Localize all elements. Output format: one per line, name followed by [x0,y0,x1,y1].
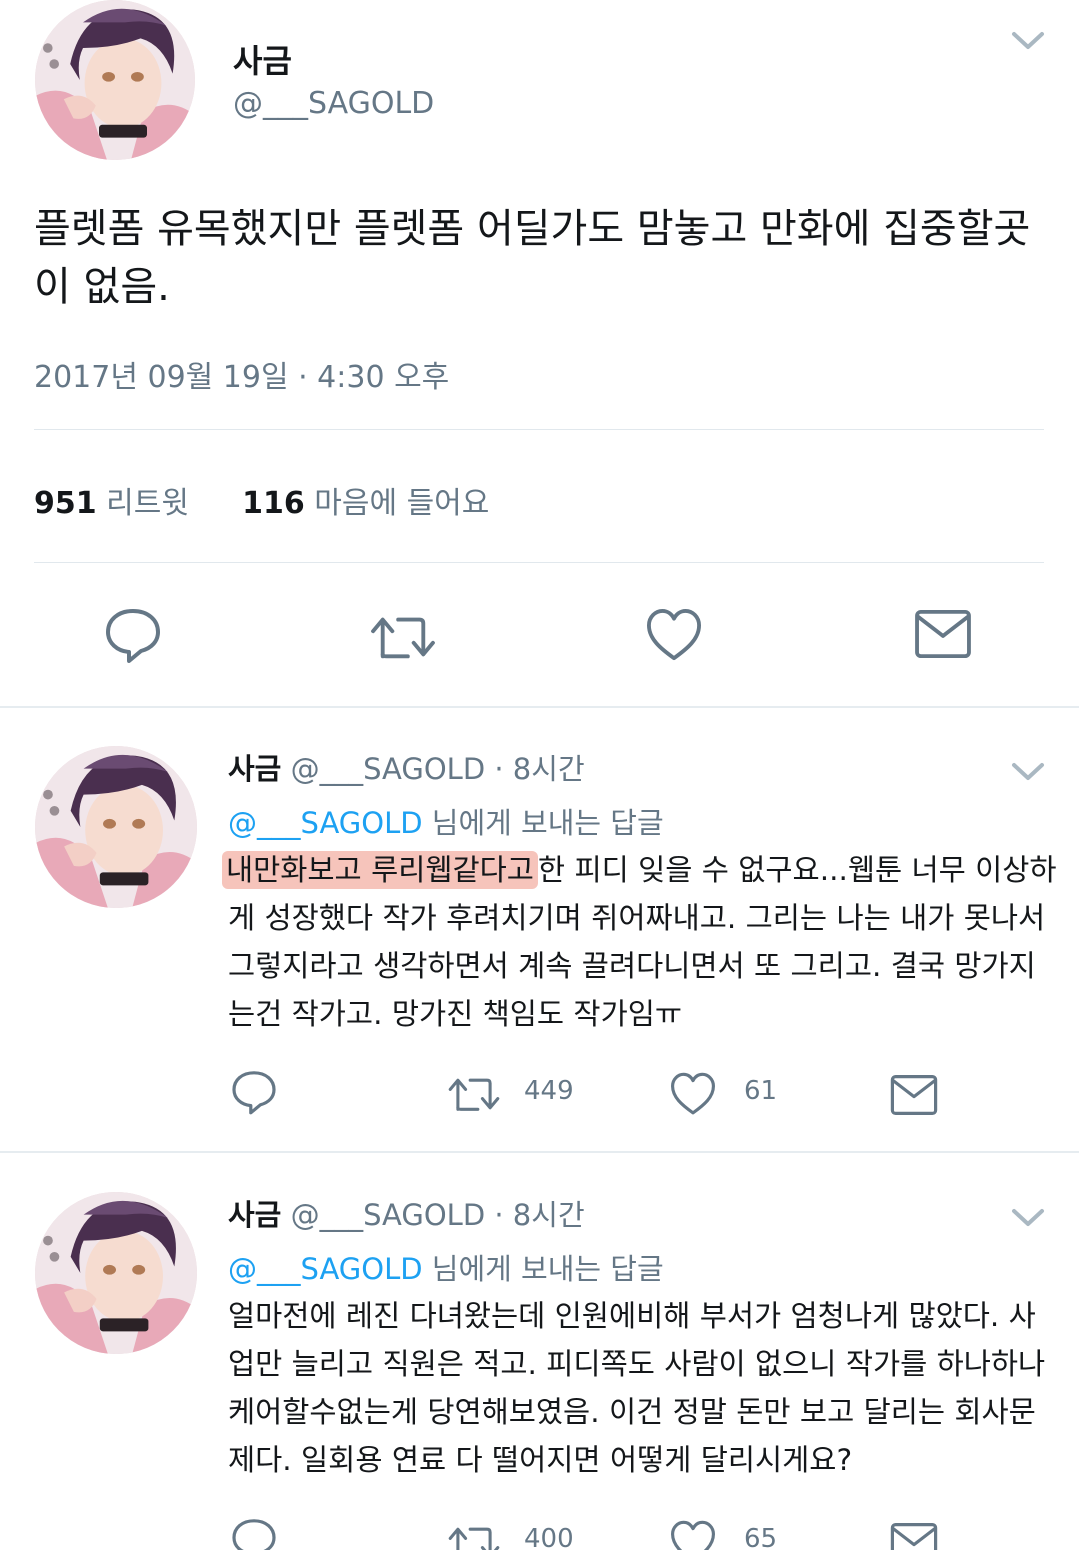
tweet-text: 플렛폼 유목했지만 플렛폼 어딜가도 맘놓고 만화에 집중할곳이 없음. [34,206,1031,310]
mention-link[interactable]: @___SAGOLD [228,806,423,840]
avatar[interactable] [35,746,197,908]
like-count[interactable]: 61 [744,1076,777,1106]
highlighted-text: 내만화보고 루리웹같다고 [222,851,538,889]
tweet-time[interactable]: · 8시간 [494,1198,584,1232]
like-icon[interactable] [669,1520,717,1550]
reply-header: 사금 @___SAGOLD · 8시간 [228,746,585,788]
section-separator [0,706,1079,708]
retweet-count[interactable]: 400 [524,1524,574,1550]
reply-tweet[interactable]: 사금 @___SAGOLD · 8시간 @___SAGOLD 님에게 보내는 답… [0,746,1079,1146]
like-icon[interactable] [669,1072,717,1116]
section-separator [0,1151,1079,1153]
mention-link[interactable]: @___SAGOLD [228,1252,423,1286]
tweet-time[interactable]: · 8시간 [494,752,584,786]
reply-header: 사금 @___SAGOLD · 8시간 [228,1192,585,1234]
author-handle[interactable]: @___SAGOLD [233,86,434,121]
author-name[interactable]: 사금 [228,752,281,786]
retweet-icon[interactable] [368,608,438,666]
reply-to: @___SAGOLD 님에게 보내는 답글 [228,800,664,842]
avatar[interactable] [35,1192,197,1354]
avatar[interactable] [35,0,195,160]
reply-to-label: 님에게 보내는 답글 [431,1252,664,1286]
like-count[interactable]: 65 [744,1524,777,1550]
retweet-count[interactable]: 449 [524,1076,574,1106]
tweet-stats: 951 리트윗 116 마음에 들어요 [34,478,489,522]
retweet-icon[interactable] [445,1520,503,1550]
reply-icon[interactable] [103,605,163,665]
main-tweet: 사금 @___SAGOLD 플렛폼 유목했지만 플렛폼 어딜가도 맘놓고 만화에… [0,0,1079,708]
reply-tweet[interactable]: 사금 @___SAGOLD · 8시간 @___SAGOLD 님에게 보내는 답… [0,1192,1079,1550]
like-icon[interactable] [645,608,703,662]
chevron-down-icon[interactable] [1011,30,1045,52]
reply-icon[interactable] [230,1516,278,1550]
author-name[interactable]: 사금 [233,36,292,82]
author-handle[interactable]: @___SAGOLD [291,752,486,786]
retweet-count[interactable]: 951 [34,486,97,521]
reply-icon[interactable] [230,1068,278,1116]
reply-to-label: 님에게 보내는 답글 [431,806,664,840]
like-label[interactable]: 마음에 들어요 [314,486,489,521]
divider [34,562,1044,563]
tweet-text: 얼마전에 레진 다녀왔는데 인원에비해 부서가 엄청나게 많았다. 사업만 늘리… [228,1299,1046,1477]
retweet-icon[interactable] [445,1071,503,1117]
tweet-timestamp[interactable]: 2017년 09월 19일 · 4:30 오후 [34,352,449,396]
divider [34,429,1044,430]
author-name[interactable]: 사금 [228,1198,281,1232]
reply-to: @___SAGOLD 님에게 보내는 답글 [228,1246,664,1288]
chevron-down-icon[interactable] [1011,1207,1045,1229]
chevron-down-icon[interactable] [1011,761,1045,783]
direct-message-icon[interactable] [914,609,972,659]
tweet-text: 내만화보고 루리웹같다고 한 피디 잊을 수 없구요...웹툰 너무 이상하게 성… [222,846,1058,1038]
like-count[interactable]: 116 [242,486,305,521]
direct-message-icon[interactable] [890,1074,938,1116]
retweet-label[interactable]: 리트윗 [106,486,189,521]
author-handle[interactable]: @___SAGOLD [291,1198,486,1232]
direct-message-icon[interactable] [890,1522,938,1550]
